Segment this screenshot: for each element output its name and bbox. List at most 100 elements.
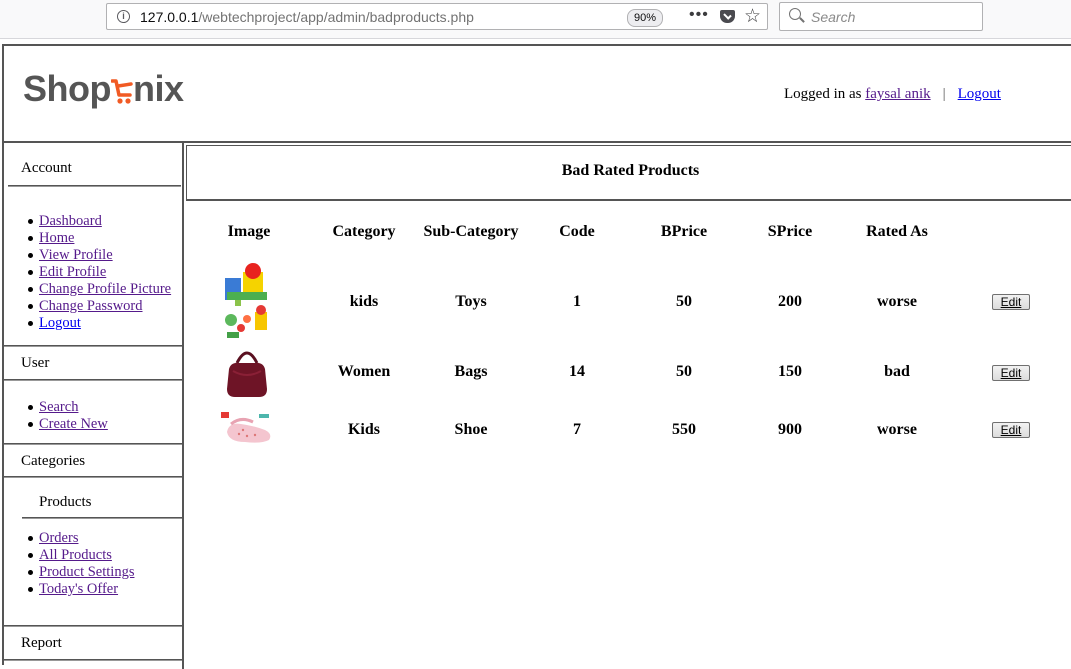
sidebar-title-products: Products: [39, 494, 92, 510]
bookmark-star-icon[interactable]: ☆: [744, 5, 761, 28]
browser-toolbar: i 127.0.0.1/webtechproject/app/admin/bad…: [0, 0, 1071, 39]
sidebar-link-change-password[interactable]: Change Password: [39, 298, 143, 314]
cell-subcategory: Toys: [455, 293, 487, 310]
sidebar-item-all-products: All Products: [4, 547, 134, 564]
sidebar-link-create-new[interactable]: Create New: [39, 416, 108, 432]
sidebar-title-user: User: [21, 355, 50, 371]
edit-button[interactable]: Edit: [992, 422, 1030, 438]
zoom-badge[interactable]: 90%: [627, 9, 664, 27]
sidebar-item-orders: Orders: [4, 530, 134, 547]
sidebar-link-edit-profile[interactable]: Edit Profile: [39, 264, 106, 280]
divider: [4, 345, 182, 347]
user-menu: Search Create New: [4, 399, 108, 433]
logged-in-label: Logged in as: [784, 86, 862, 102]
cell-bprice: 50: [676, 363, 692, 380]
pocket-icon[interactable]: [720, 10, 735, 23]
sidebar-title-report: Report: [21, 635, 62, 651]
sidebar-item-product-settings: Product Settings: [4, 564, 134, 581]
product-image-toys: [221, 262, 273, 340]
sidebar-item-logout: Logout: [4, 315, 171, 332]
sidebar-link-search[interactable]: Search: [39, 399, 78, 415]
sidebar-link-dashboard[interactable]: Dashboard: [39, 213, 102, 229]
sidebar-link-product-settings[interactable]: Product Settings: [39, 564, 134, 580]
edit-button-label: Edit: [1000, 295, 1022, 309]
logo-text-left: Shop: [23, 68, 111, 109]
sidebar-link-home[interactable]: Home: [39, 230, 74, 246]
account-menu: Dashboard Home View Profile Edit Profile…: [4, 213, 171, 332]
sidebar-title-account: Account: [21, 160, 72, 176]
edit-button-label: Edit: [1000, 366, 1022, 380]
sidebar: Account Dashboard Home View Profile Edit…: [4, 143, 184, 669]
column-header-image: Image: [227, 223, 271, 240]
cell-category: Women: [337, 363, 391, 380]
cell-bprice: 550: [672, 421, 696, 438]
cell-code: 7: [573, 421, 581, 438]
header-logout-link[interactable]: Logout: [958, 86, 1001, 102]
sidebar-link-change-profile-picture[interactable]: Change Profile Picture: [39, 281, 171, 297]
edit-button[interactable]: Edit: [992, 294, 1030, 310]
browser-search-input[interactable]: Search: [779, 2, 983, 31]
sidebar-item-todays-offer: Today's Offer: [4, 581, 134, 598]
cart-icon: [110, 68, 133, 110]
product-image-bag: [221, 345, 273, 399]
cell-subcategory: Shoe: [454, 421, 488, 438]
column-header-bprice: BPrice: [660, 223, 708, 240]
sidebar-item-home: Home: [4, 230, 171, 247]
url-path: /webtechproject/app/admin/badproducts.ph…: [198, 9, 474, 25]
logo-text-right: nix: [132, 68, 184, 109]
edit-button-label: Edit: [1000, 423, 1022, 437]
header-separator: |: [942, 86, 946, 102]
cell-rated-as: bad: [884, 363, 910, 380]
sidebar-item-change-password: Change Password: [4, 298, 171, 315]
search-placeholder: Search: [811, 9, 856, 25]
sidebar-item-search: Search: [4, 399, 108, 416]
column-header-code: Code: [559, 223, 595, 240]
sidebar-link-todays-offer[interactable]: Today's Offer: [39, 581, 118, 597]
products-menu: Orders All Products Product Settings Tod…: [4, 530, 134, 598]
page-title: Bad Rated Products: [561, 162, 700, 179]
divider: [4, 443, 182, 445]
sidebar-link-orders[interactable]: Orders: [39, 530, 78, 546]
user-name-link[interactable]: faysal anik: [865, 86, 930, 102]
cell-sprice: 200: [778, 293, 802, 310]
page-title-box: Bad Rated Products: [186, 145, 1071, 201]
sidebar-link-logout[interactable]: Logout: [39, 315, 81, 331]
divider: [4, 659, 182, 661]
column-header-rated-as: Rated As: [866, 223, 928, 240]
column-header-sprice: SPrice: [767, 223, 813, 240]
cell-bprice: 50: [676, 293, 692, 310]
sidebar-item-dashboard: Dashboard: [4, 213, 171, 230]
search-icon: [789, 8, 801, 20]
divider: [4, 476, 182, 478]
page: Shop nix Logged in as faysal anik | Logout …: [2, 44, 1071, 669]
info-icon[interactable]: i: [117, 10, 130, 23]
cell-rated-as: worse: [877, 293, 917, 310]
cell-category: Kids: [347, 421, 380, 438]
sidebar-link-all-products[interactable]: All Products: [39, 547, 112, 563]
page-actions-icon[interactable]: •••: [689, 6, 709, 24]
cell-rated-as: worse: [877, 421, 917, 438]
address-bar[interactable]: i 127.0.0.1/webtechproject/app/admin/bad…: [106, 3, 768, 30]
site-header: Shop nix Logged in as faysal anik | Logout: [4, 46, 1071, 143]
cell-sprice: 900: [778, 421, 802, 438]
divider: [22, 517, 182, 519]
sidebar-item-edit-profile: Edit Profile: [4, 264, 171, 281]
product-image-shoe: [221, 410, 275, 446]
edit-button[interactable]: Edit: [992, 365, 1030, 381]
url-host: 127.0.0.1: [140, 9, 199, 25]
cell-sprice: 150: [778, 363, 802, 380]
divider: [4, 625, 182, 627]
divider: [4, 379, 182, 381]
sidebar-title-categories: Categories: [21, 453, 86, 469]
url-text[interactable]: 127.0.0.1/webtechproject/app/admin/badpr…: [140, 9, 474, 25]
login-status: Logged in as faysal anik | Logout: [784, 86, 1001, 103]
sidebar-link-view-profile[interactable]: View Profile: [39, 247, 113, 263]
divider: [8, 185, 181, 187]
column-header-category: Category: [332, 223, 396, 240]
sidebar-item-view-profile: View Profile: [4, 247, 171, 264]
cell-subcategory: Bags: [454, 363, 488, 380]
cell-category: kids: [349, 293, 379, 310]
sidebar-item-change-profile-picture: Change Profile Picture: [4, 281, 171, 298]
sidebar-item-create-new: Create New: [4, 416, 108, 433]
site-logo[interactable]: Shop nix: [23, 68, 184, 110]
